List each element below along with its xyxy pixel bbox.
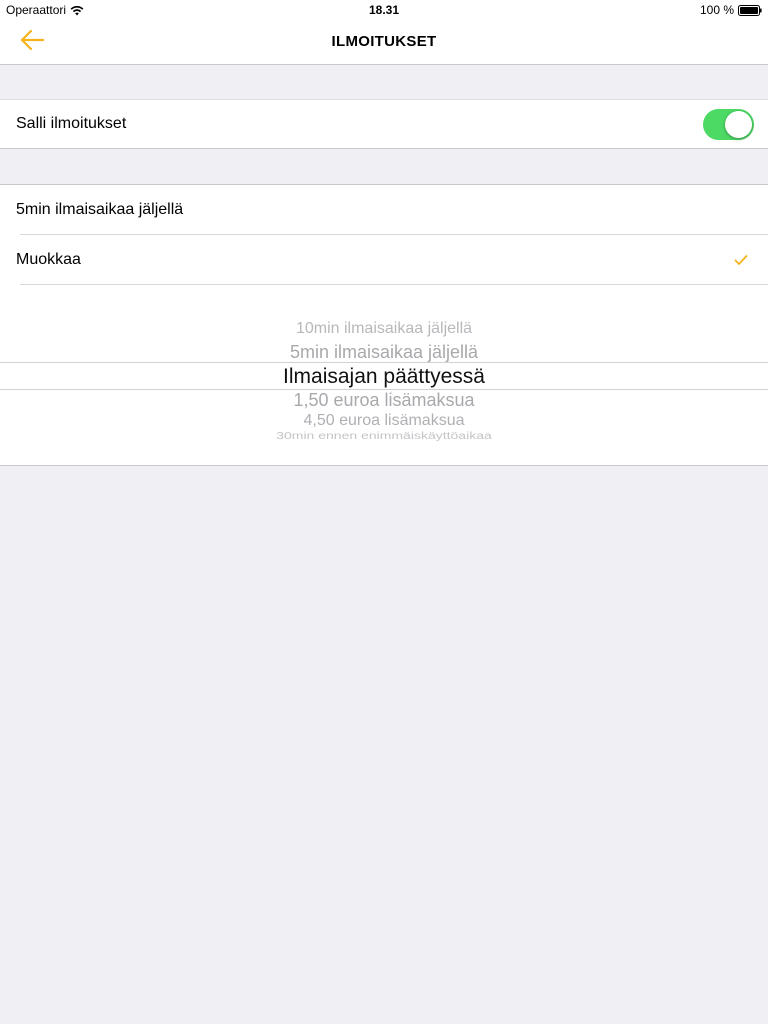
option-edit[interactable]: Muokkaa — [0, 235, 768, 285]
battery-icon — [738, 4, 762, 16]
option-5min-free-time[interactable]: 5min ilmaisaikaa jäljellä — [0, 185, 768, 235]
picker-item[interactable]: 30min ennen enimmäiskäyttöaikaa — [0, 430, 768, 441]
page-title: ILMOITUKSET — [331, 33, 437, 50]
toggle-knob — [725, 111, 752, 138]
option-label: Muokkaa — [16, 251, 81, 268]
picker-item-selected[interactable]: Ilmaisajan päättyessä — [0, 365, 768, 389]
status-bar: Operaattori 18.31 100 % — [0, 0, 768, 20]
status-battery: 100 % — [700, 3, 762, 17]
notification-time-picker[interactable]: 10min ilmaisaikaa jäljellä 5min ilmaisai… — [0, 285, 768, 465]
navigation-bar: ILMOITUKSET — [0, 20, 768, 65]
picker-item[interactable]: 4,50 euroa lisämaksua — [0, 412, 768, 430]
battery-percent: 100 % — [699, 3, 734, 17]
notification-options: 5min ilmaisaikaa jäljellä Muokkaa 10min … — [0, 184, 768, 466]
allow-notifications-row: Salli ilmoitukset — [0, 99, 768, 149]
picker-item[interactable]: 1,50 euroa lisämaksua — [0, 390, 768, 411]
status-time: 18.31 — [368, 3, 400, 17]
picker-item[interactable]: 5min ilmaisaikaa jäljellä — [0, 342, 768, 363]
option-label: 5min ilmaisaikaa jäljellä — [16, 201, 184, 218]
picker-item[interactable]: 10min ilmaisaikaa jäljellä — [0, 320, 768, 338]
allow-notifications-label: Salli ilmoitukset — [16, 115, 127, 132]
checkmark-icon — [734, 253, 748, 265]
allow-notifications-toggle[interactable] — [703, 109, 754, 140]
